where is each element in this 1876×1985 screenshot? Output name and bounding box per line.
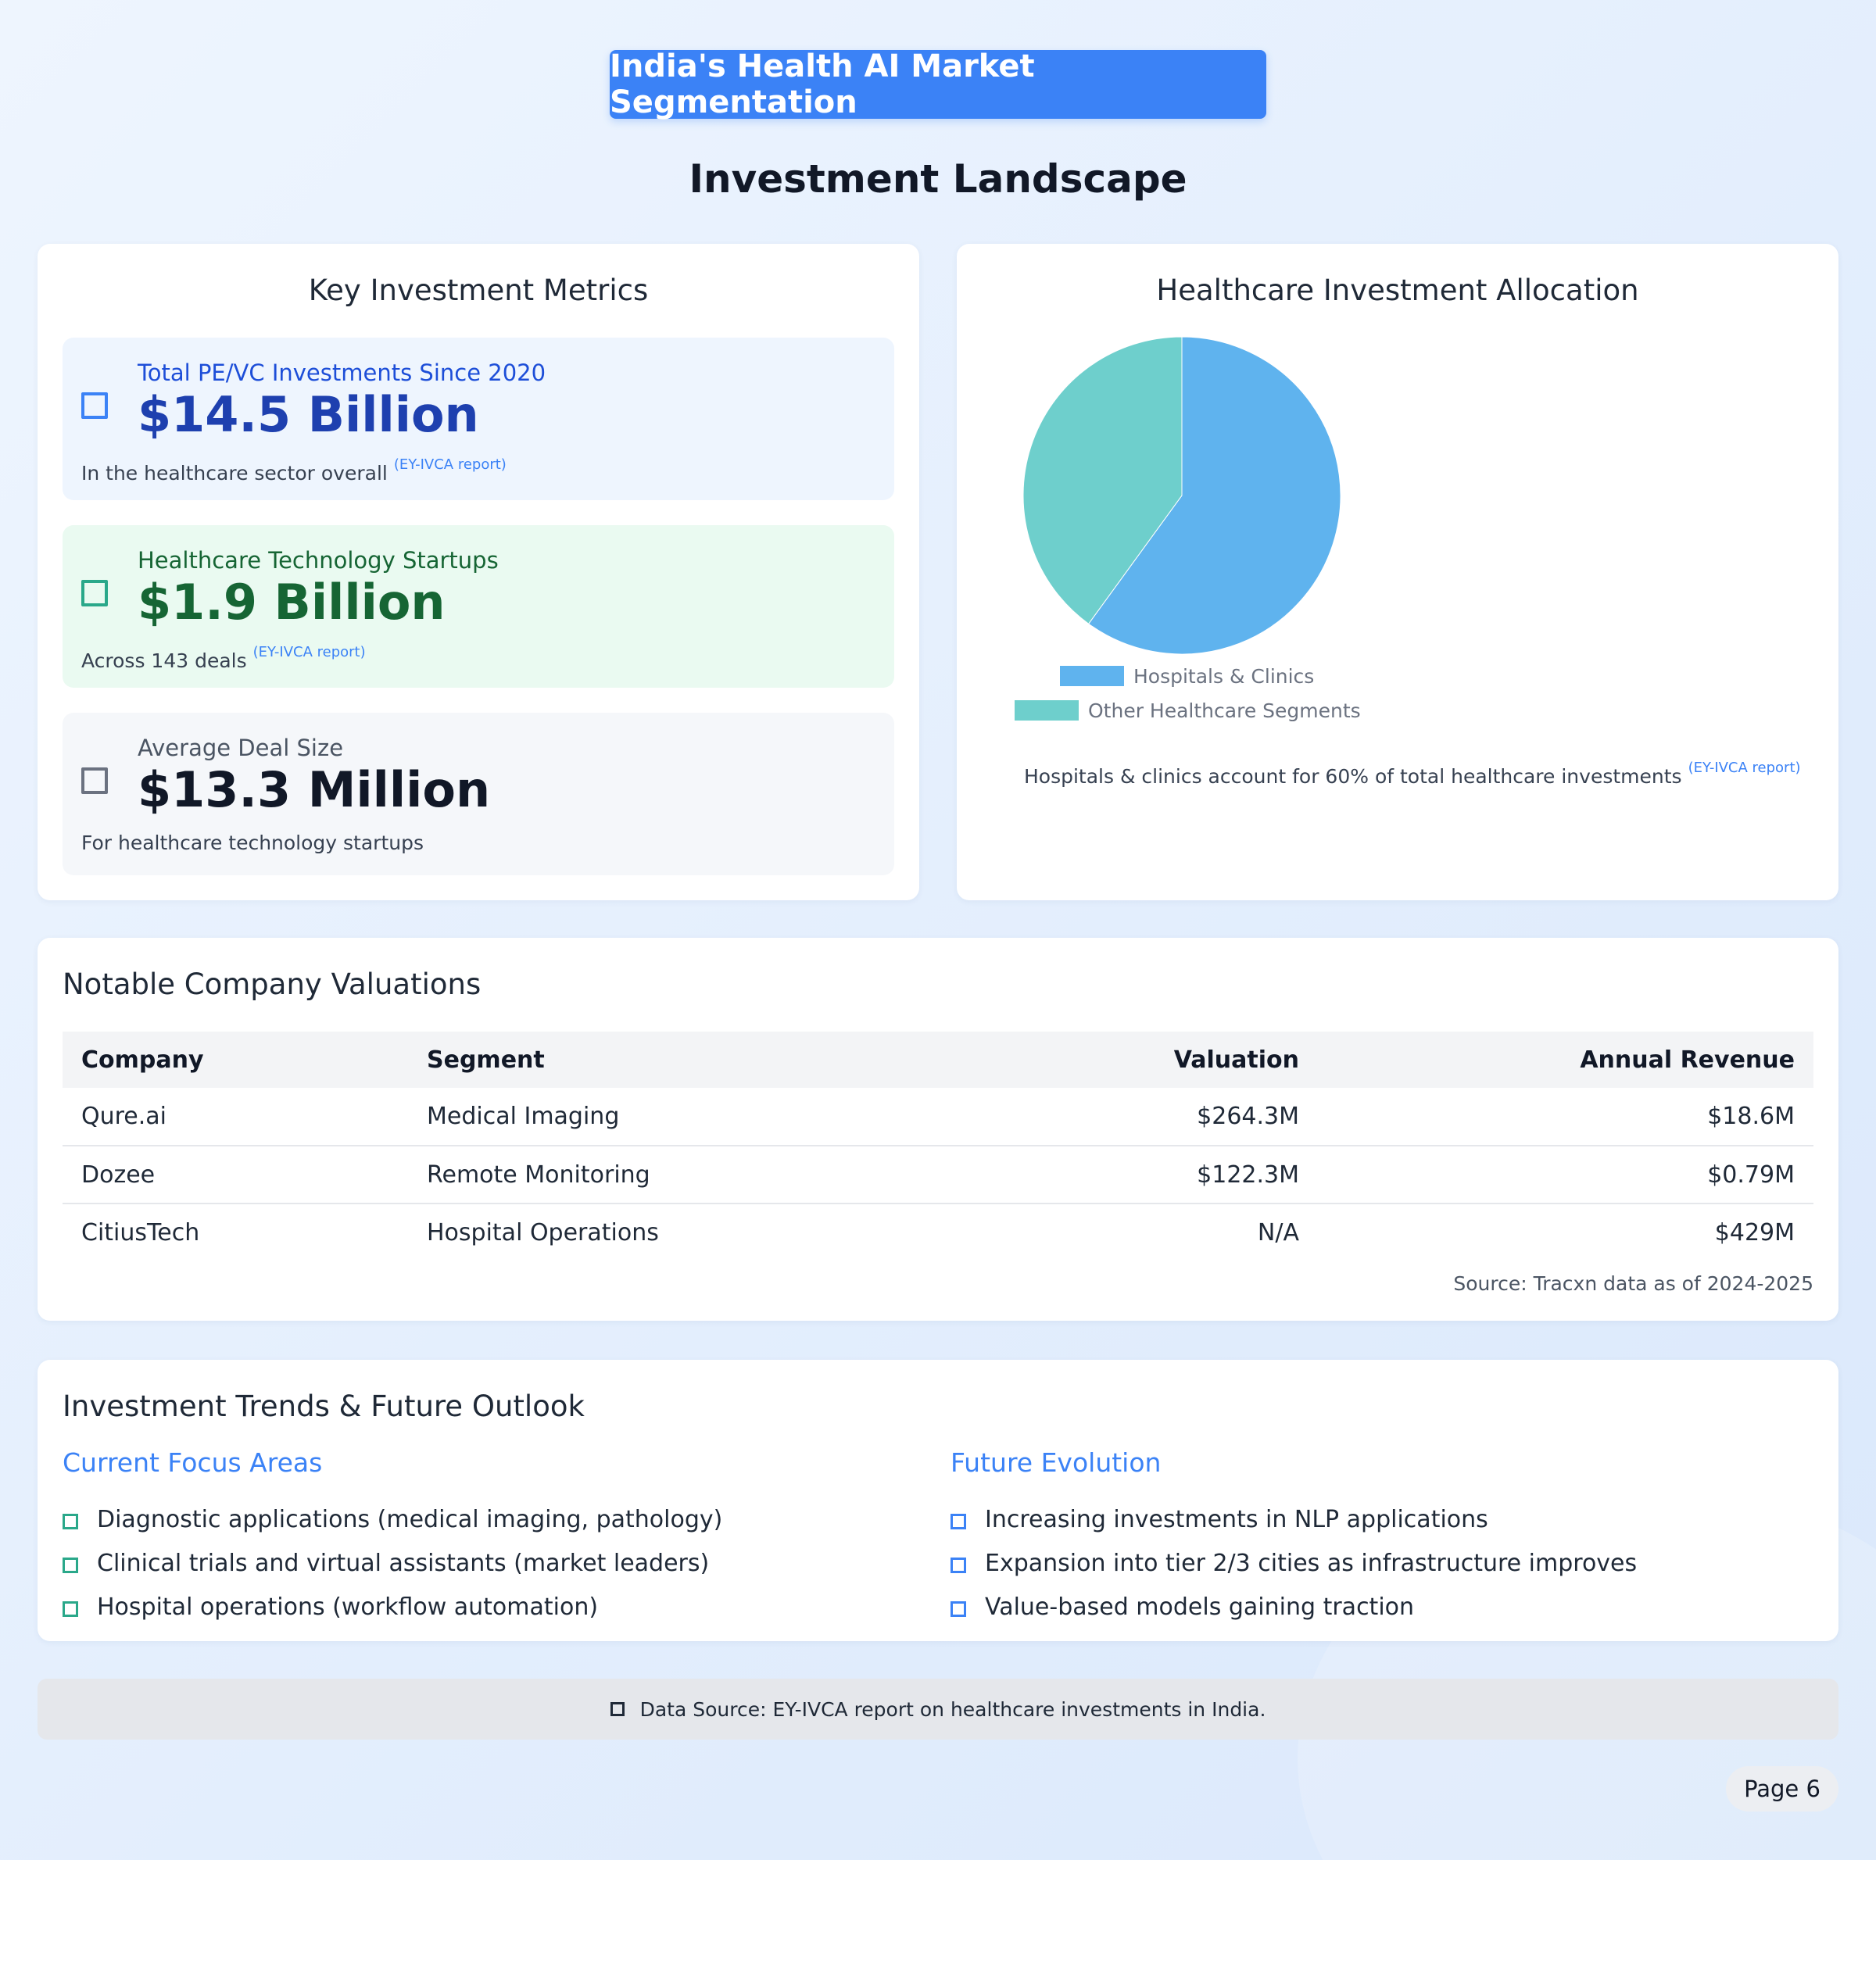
cell-valuation: $122.3M [1049, 1146, 1318, 1204]
metric-value: $14.5 Billion [138, 386, 479, 443]
list-item-text: Expansion into tier 2/3 cities as infras… [985, 1549, 1638, 1577]
table-row: Dozee Remote Monitoring $122.3M $0.79M [63, 1146, 1813, 1204]
page-title: India's Health AI Market Segmentation [610, 48, 1035, 120]
legend-item-hospitals[interactable]: Hospitals & Clinics [1060, 664, 1315, 688]
key-metrics-title: Key Investment Metrics [308, 274, 649, 307]
square-bullet-icon [63, 1514, 78, 1529]
trends-title: Investment Trends & Future Outlook [63, 1390, 585, 1423]
metric-value: $1.9 Billion [138, 574, 446, 631]
valuations-card: Notable Company Valuations Company Segme… [38, 938, 1838, 1321]
slide: India's Health AI Market Segmentation In… [0, 0, 1876, 1860]
future-evolution-heading: Future Evolution [951, 1447, 1162, 1478]
current-focus-heading: Current Focus Areas [63, 1447, 323, 1478]
cell-segment: Medical Imaging [408, 1088, 1049, 1146]
allocation-card: Healthcare Investment Allocation Hospita… [957, 244, 1838, 900]
valuations-table: Company Segment Valuation Annual Revenue… [63, 1032, 1813, 1261]
metric-note: For healthcare technology startups [81, 832, 424, 854]
cell-revenue: $18.6M [1318, 1088, 1813, 1146]
column-header-company[interactable]: Company [63, 1032, 408, 1088]
square-bullet-icon [951, 1601, 966, 1617]
table-header-row: Company Segment Valuation Annual Revenue [63, 1032, 1813, 1088]
data-source-bar: Data Source: EY-IVCA report on healthcar… [38, 1679, 1838, 1740]
future-evolution-list: Increasing investments in NLP applicatio… [951, 1497, 1637, 1629]
legend-label: Other Healthcare Segments [1088, 699, 1361, 722]
cell-company: Dozee [63, 1146, 408, 1204]
column-header-segment[interactable]: Segment [408, 1032, 1049, 1088]
square-bullet-icon [951, 1558, 966, 1573]
cell-revenue: $429M [1714, 1219, 1795, 1246]
metric-note: Across 143 deals (EY-IVCA report) [81, 644, 366, 672]
list-item: Hospital operations (workflow automation… [63, 1585, 722, 1629]
metric-label: Average Deal Size [138, 735, 344, 761]
list-item-text: Increasing investments in NLP applicatio… [985, 1505, 1488, 1533]
metric-label: Total PE/VC Investments Since 2020 [138, 359, 546, 386]
square-outline-icon [610, 1702, 625, 1716]
trends-card: Investment Trends & Future Outlook Curre… [38, 1360, 1838, 1641]
citation: (EY-IVCA report) [393, 456, 507, 473]
cell-valuation: N/A [1257, 1219, 1299, 1246]
square-bullet-icon [951, 1514, 966, 1529]
cell-segment: Remote Monitoring [408, 1146, 1049, 1204]
square-bullet-icon [63, 1601, 78, 1617]
metric-note: In the healthcare sector overall (EY-IVCA… [81, 456, 507, 485]
list-item-text: Hospital operations (workflow automation… [97, 1593, 599, 1621]
cell-revenue: $0.79M [1318, 1146, 1813, 1204]
cell-segment: Hospital Operations [427, 1219, 659, 1246]
square-outline-icon [81, 767, 108, 794]
list-item: Expansion into tier 2/3 cities as infras… [951, 1541, 1637, 1585]
table-row: Qure.ai Medical Imaging $264.3M $18.6M [63, 1088, 1813, 1146]
list-item-text: Clinical trials and virtual assistants (… [97, 1549, 710, 1577]
metric-average-deal-size: Average Deal Size $13.3 Million For heal… [63, 713, 894, 875]
allocation-note: Hospitals & clinics account for 60% of t… [1024, 760, 1801, 788]
section-subtitle: Investment Landscape [689, 156, 1187, 202]
metric-note-text: Across 143 deals [81, 649, 247, 672]
list-item: Clinical trials and virtual assistants (… [63, 1541, 722, 1585]
list-item: Value-based models gaining traction [951, 1585, 1637, 1629]
column-header-valuation[interactable]: Valuation [1049, 1032, 1318, 1088]
key-metrics-card: Key Investment Metrics Total PE/VC Inves… [38, 244, 919, 900]
citation: (EY-IVCA report) [1688, 760, 1801, 776]
legend-item-other[interactable]: Other Healthcare Segments [1015, 699, 1361, 722]
list-item: Increasing investments in NLP applicatio… [951, 1497, 1637, 1541]
metric-value: $13.3 Million [138, 761, 491, 818]
legend-label: Hospitals & Clinics [1133, 664, 1315, 688]
list-item-text: Value-based models gaining traction [985, 1593, 1415, 1621]
table-row: CitiusTech Hospital Operations N/A $429M [63, 1204, 1813, 1261]
square-outline-icon [81, 392, 108, 419]
cell-valuation: $264.3M [1049, 1088, 1318, 1146]
list-item-text: Diagnostic applications (medical imaging… [97, 1505, 723, 1533]
cell-company: CitiusTech [81, 1219, 200, 1246]
page-number-badge: Page 6 [1726, 1766, 1838, 1812]
column-header-revenue[interactable]: Annual Revenue [1318, 1032, 1813, 1088]
allocation-note-text: Hospitals & clinics account for 60% of t… [1024, 765, 1682, 788]
square-bullet-icon [63, 1558, 78, 1573]
title-banner: India's Health AI Market Segmentation [610, 48, 1266, 120]
valuations-title: Notable Company Valuations [63, 967, 482, 1001]
cell-company: Qure.ai [63, 1088, 408, 1146]
legend-swatch [1060, 666, 1124, 686]
metric-healthtech-startups: Healthcare Technology Startups $1.9 Bill… [63, 525, 894, 688]
square-outline-icon [81, 580, 108, 606]
citation: (EY-IVCA report) [252, 644, 366, 660]
current-focus-list: Diagnostic applications (medical imaging… [63, 1497, 722, 1629]
metric-note-text: In the healthcare sector overall [81, 462, 388, 485]
list-item: Diagnostic applications (medical imaging… [63, 1497, 722, 1541]
data-source-text: Data Source: EY-IVCA report on healthcar… [639, 1697, 1266, 1721]
metric-total-investments: Total PE/VC Investments Since 2020 $14.5… [63, 338, 894, 500]
valuations-source: Source: Tracxn data as of 2024-2025 [1453, 1272, 1813, 1295]
metric-label: Healthcare Technology Startups [138, 547, 499, 574]
legend-swatch [1015, 700, 1079, 721]
